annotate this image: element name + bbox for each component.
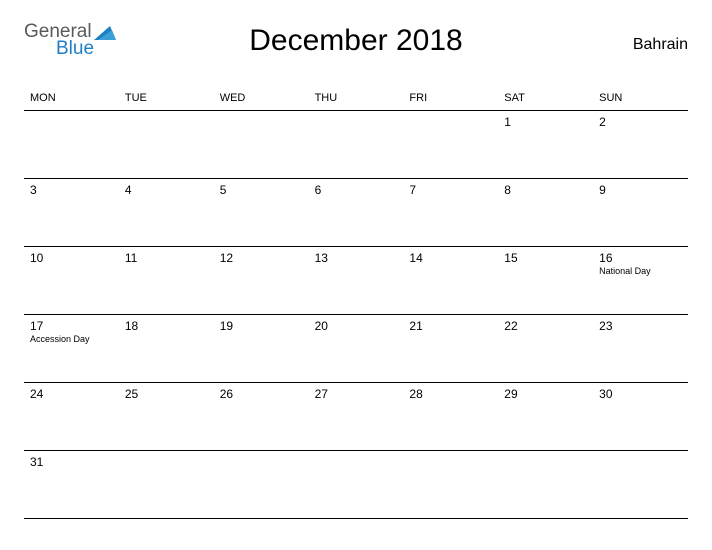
page-title: December 2018 — [24, 18, 688, 58]
day-number: 31 — [30, 455, 113, 469]
day-number: 18 — [125, 319, 208, 333]
day-cell — [593, 451, 688, 518]
day-cell: 21 — [403, 315, 498, 382]
day-cell: 13 — [309, 247, 404, 314]
day-number: 4 — [125, 183, 208, 197]
day-cell: 2 — [593, 111, 688, 178]
day-cell: 31 — [24, 451, 119, 518]
day-number: 30 — [599, 387, 682, 401]
day-cell: 30 — [593, 383, 688, 450]
day-number: 29 — [504, 387, 587, 401]
day-cell: 16 National Day — [593, 247, 688, 314]
day-number: 5 — [220, 183, 303, 197]
day-cell — [119, 111, 214, 178]
weekday-header: MON — [24, 88, 119, 110]
calendar: MON TUE WED THU FRI SAT SUN 123456789101… — [24, 88, 688, 519]
day-cell: 18 — [119, 315, 214, 382]
day-number: 13 — [315, 251, 398, 265]
day-number: 14 — [409, 251, 492, 265]
day-number: 23 — [599, 319, 682, 333]
day-number: 24 — [30, 387, 113, 401]
day-cell: 9 — [593, 179, 688, 246]
day-cell: 19 — [214, 315, 309, 382]
day-cell: 12 — [214, 247, 309, 314]
weekday-header: TUE — [119, 88, 214, 110]
day-cell — [403, 451, 498, 518]
week-row: 17 Accession Day 18 19 20 21 22 23 — [24, 315, 688, 383]
day-cell: 6 — [309, 179, 404, 246]
week-row: 12 — [24, 111, 688, 179]
day-number: 10 — [30, 251, 113, 265]
week-row: 3456789 — [24, 179, 688, 247]
day-cell: 11 — [119, 247, 214, 314]
day-cell — [119, 451, 214, 518]
day-number: 21 — [409, 319, 492, 333]
day-cell — [24, 111, 119, 178]
day-number: 20 — [315, 319, 398, 333]
day-cell: 26 — [214, 383, 309, 450]
day-cell: 17 Accession Day — [24, 315, 119, 382]
weekday-header: SUN — [593, 88, 688, 110]
day-cell: 7 — [403, 179, 498, 246]
weekday-header: WED — [214, 88, 309, 110]
day-number: 26 — [220, 387, 303, 401]
weekday-header: SAT — [498, 88, 593, 110]
day-cell: 22 — [498, 315, 593, 382]
day-number: 25 — [125, 387, 208, 401]
day-cell — [403, 111, 498, 178]
day-cell — [498, 451, 593, 518]
week-row: 24 25 26 27 28 29 30 — [24, 383, 688, 451]
week-row: 10 11 12 13 14 15 16 National Day — [24, 247, 688, 315]
day-cell: 27 — [309, 383, 404, 450]
day-cell: 1 — [498, 111, 593, 178]
day-number: 28 — [409, 387, 492, 401]
day-number: 12 — [220, 251, 303, 265]
day-cell: 4 — [119, 179, 214, 246]
day-cell: 5 — [214, 179, 309, 246]
day-cell: 23 — [593, 315, 688, 382]
day-cell: 14 — [403, 247, 498, 314]
day-number: 27 — [315, 387, 398, 401]
day-number: 11 — [125, 251, 208, 265]
weeks-container: 12345678910111213141516National Day17Acc… — [24, 111, 688, 519]
day-cell: 28 — [403, 383, 498, 450]
day-cell: 24 — [24, 383, 119, 450]
day-number: 16 — [599, 251, 682, 265]
day-number: 7 — [409, 183, 492, 197]
day-cell: 8 — [498, 179, 593, 246]
day-event: Accession Day — [30, 335, 113, 345]
day-cell — [309, 111, 404, 178]
day-cell: 10 — [24, 247, 119, 314]
day-number: 17 — [30, 319, 113, 333]
weekday-header-row: MON TUE WED THU FRI SAT SUN — [24, 88, 688, 111]
day-event: National Day — [599, 267, 682, 277]
region-label: Bahrain — [633, 36, 688, 54]
logo: General Blue — [24, 22, 94, 58]
day-number: 19 — [220, 319, 303, 333]
day-cell: 15 — [498, 247, 593, 314]
header: General Blue December 2018 Bahrain — [24, 18, 688, 74]
weekday-header: THU — [309, 88, 404, 110]
day-cell: 25 — [119, 383, 214, 450]
day-number: 9 — [599, 183, 682, 197]
logo-triangle-icon — [94, 24, 116, 40]
day-cell: 20 — [309, 315, 404, 382]
weekday-header: FRI — [403, 88, 498, 110]
day-number: 1 — [504, 115, 587, 129]
day-cell — [214, 451, 309, 518]
day-number: 3 — [30, 183, 113, 197]
day-cell — [214, 111, 309, 178]
day-number: 15 — [504, 251, 587, 265]
day-cell: 29 — [498, 383, 593, 450]
day-number: 22 — [504, 319, 587, 333]
day-number: 6 — [315, 183, 398, 197]
day-number: 2 — [599, 115, 682, 129]
day-cell — [309, 451, 404, 518]
day-cell: 3 — [24, 179, 119, 246]
week-row: 31 — [24, 451, 688, 519]
day-number: 8 — [504, 183, 587, 197]
